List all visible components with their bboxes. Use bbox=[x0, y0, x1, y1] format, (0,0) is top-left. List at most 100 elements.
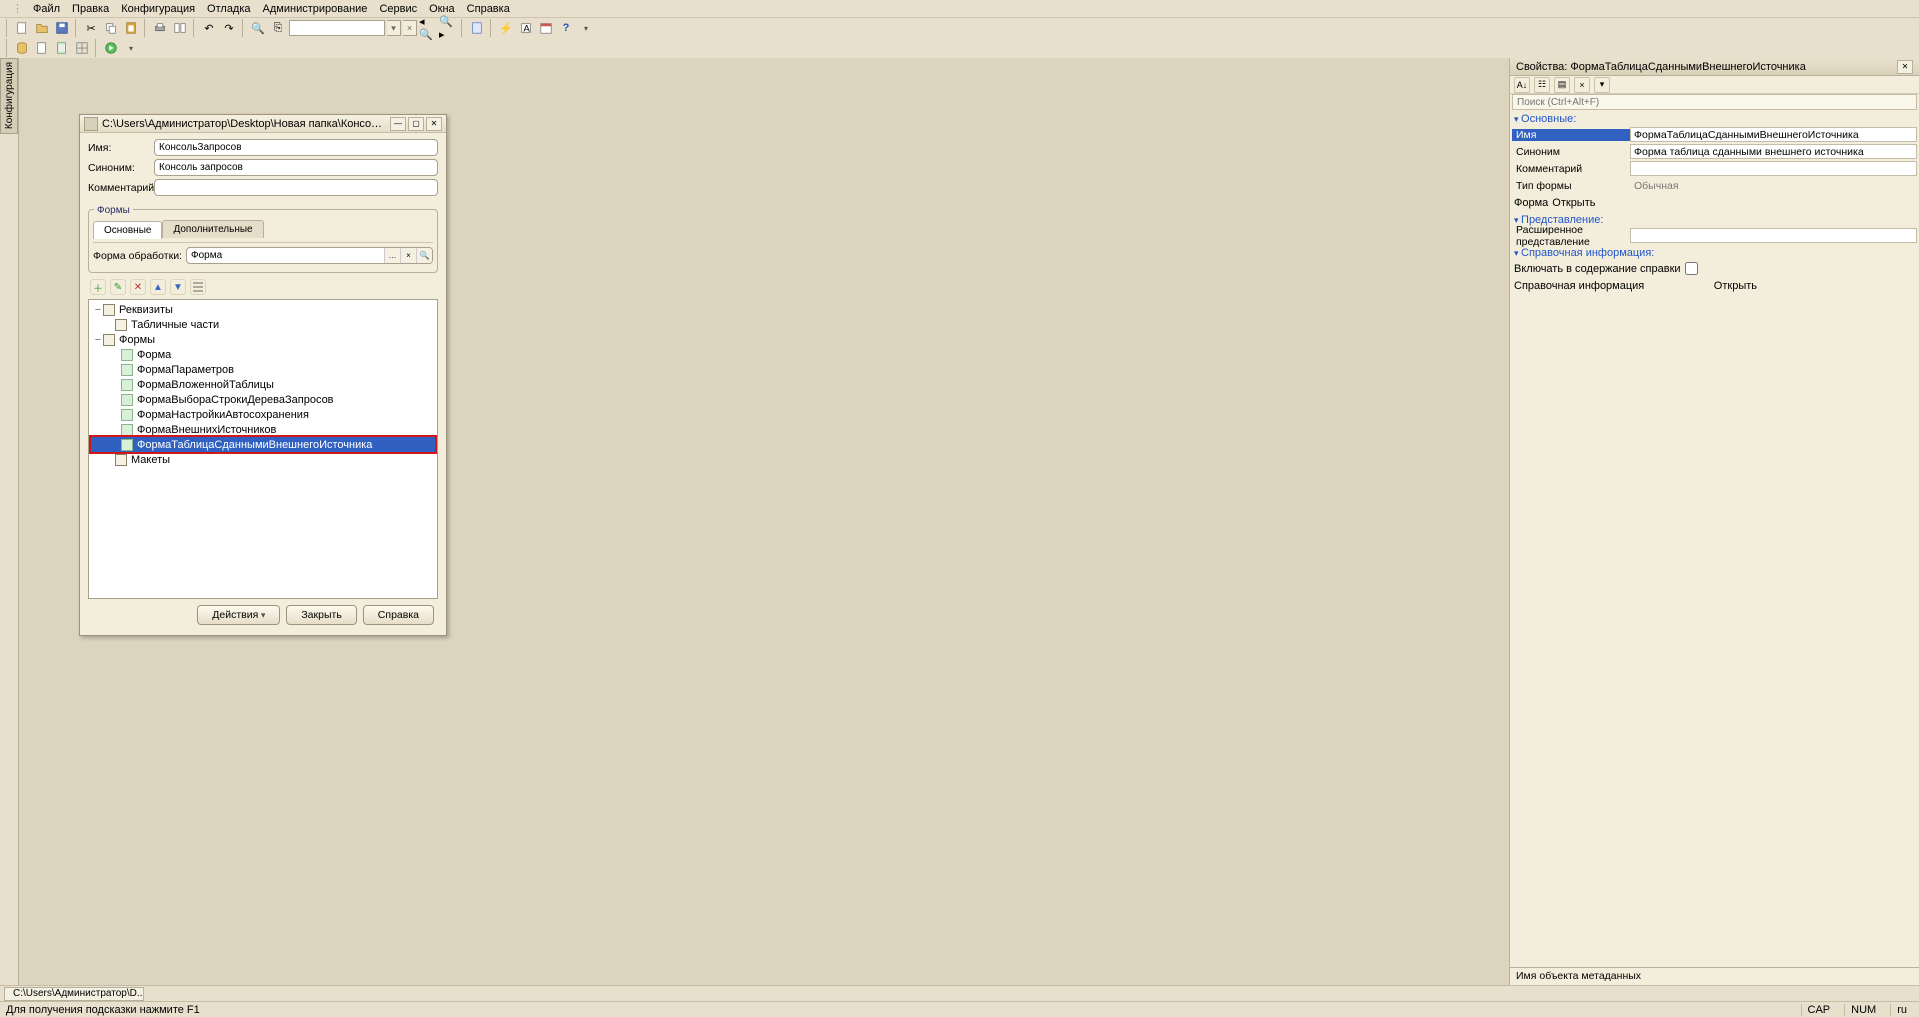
cut-icon[interactable]: ✂ bbox=[82, 19, 100, 37]
undo-icon[interactable]: ↶ bbox=[200, 19, 218, 37]
list-icon[interactable] bbox=[190, 279, 206, 295]
tree-node-templates[interactable]: Макеты bbox=[91, 452, 435, 467]
tab-extra[interactable]: Дополнительные bbox=[162, 220, 263, 238]
props-close-button[interactable]: ✕ bbox=[1897, 60, 1913, 74]
tree-node-form2[interactable]: ФормаПараметров bbox=[91, 362, 435, 377]
tree-node-requisites[interactable]: −Реквизиты bbox=[91, 302, 435, 317]
print-icon[interactable] bbox=[151, 19, 169, 37]
help-button-dlg[interactable]: Справка bbox=[363, 605, 434, 625]
compare-icon[interactable] bbox=[171, 19, 189, 37]
combo-clear[interactable]: × bbox=[400, 248, 416, 263]
db-icon[interactable] bbox=[13, 39, 31, 57]
syntax-helper-icon[interactable]: ⚡ bbox=[497, 19, 515, 37]
actions-button[interactable]: Действия bbox=[197, 605, 280, 625]
prop-open-link[interactable]: Открыть bbox=[1552, 197, 1595, 209]
find-prev-icon[interactable]: ◂🔍 bbox=[419, 19, 437, 37]
filter-icon[interactable]: ▤ bbox=[1554, 77, 1570, 93]
svg-text:A: A bbox=[523, 24, 530, 35]
save-icon[interactable] bbox=[53, 19, 71, 37]
open-icon[interactable] bbox=[33, 19, 51, 37]
calendar-icon[interactable] bbox=[537, 19, 555, 37]
search-dropdown[interactable]: ▾ bbox=[387, 20, 401, 36]
prop-comm-field[interactable] bbox=[1630, 161, 1917, 176]
tree-node-form6[interactable]: ФормаВнешнихИсточников bbox=[91, 422, 435, 437]
find-next-icon[interactable]: 🔍▸ bbox=[439, 19, 457, 37]
status-lang[interactable]: ru bbox=[1890, 1004, 1913, 1016]
more-icon[interactable]: ▾ bbox=[577, 19, 595, 37]
tree-node-form5[interactable]: ФормаНастройкиАвтосохранения bbox=[91, 407, 435, 422]
dialog-title-text: C:\Users\Администратор\Desktop\Новая пап… bbox=[102, 118, 388, 130]
prop-refinfo-link[interactable]: Открыть bbox=[1714, 280, 1757, 292]
menu-admin[interactable]: Администрирование bbox=[257, 1, 374, 17]
menu-config[interactable]: Конфигурация bbox=[115, 1, 201, 17]
combo-ellipsis[interactable]: … bbox=[384, 248, 400, 263]
prop-inclhelp-label: Включать в содержание справки bbox=[1514, 263, 1681, 275]
section-ref[interactable]: Справочная информация: bbox=[1512, 246, 1917, 260]
props-search-input[interactable] bbox=[1512, 94, 1917, 110]
add-icon[interactable]: ＋ bbox=[90, 279, 106, 295]
prop-syn-field[interactable] bbox=[1630, 144, 1917, 159]
properties-panel: Свойства: ФормаТаблицаСданнымиВнешнегоИс… bbox=[1509, 58, 1919, 985]
doc1-icon[interactable] bbox=[33, 39, 51, 57]
grid-icon[interactable] bbox=[73, 39, 91, 57]
goto-icon[interactable]: ⎘ bbox=[269, 19, 287, 37]
prop-inclhelp-check[interactable] bbox=[1685, 262, 1698, 275]
combo-search-icon[interactable]: 🔍 bbox=[416, 248, 432, 263]
prop-name-field[interactable] bbox=[1630, 127, 1917, 142]
tree-node-forms[interactable]: −Формы bbox=[91, 332, 435, 347]
new-icon[interactable] bbox=[13, 19, 31, 37]
clear-icon[interactable]: × bbox=[1574, 77, 1590, 93]
search-clear[interactable]: × bbox=[403, 20, 417, 36]
prop-syn-label: Синоним bbox=[1512, 146, 1630, 158]
dropdown-icon[interactable]: ▾ bbox=[1594, 77, 1610, 93]
proc-form-field[interactable] bbox=[187, 248, 384, 263]
run-icon[interactable] bbox=[102, 39, 120, 57]
sort-alpha-icon[interactable]: A↓ bbox=[1514, 77, 1530, 93]
synonym-field[interactable] bbox=[154, 159, 438, 176]
delete-icon[interactable]: ✕ bbox=[130, 279, 146, 295]
tree-node-tabular[interactable]: Табличные части bbox=[91, 317, 435, 332]
more2-icon[interactable]: ▾ bbox=[122, 39, 140, 57]
close-button[interactable]: ✕ bbox=[426, 117, 442, 131]
search-input[interactable] bbox=[289, 20, 385, 36]
tree-node-form1[interactable]: Форма bbox=[91, 347, 435, 362]
tab-main[interactable]: Основные bbox=[93, 221, 162, 239]
minimize-button[interactable]: — bbox=[390, 117, 406, 131]
menu-service[interactable]: Сервис bbox=[373, 1, 423, 17]
tree-node-form4[interactable]: ФормаВыбораСтрокиДереваЗапросов bbox=[91, 392, 435, 407]
calc-icon[interactable] bbox=[468, 19, 486, 37]
prop-extview-field[interactable] bbox=[1630, 228, 1917, 243]
maximize-button[interactable]: ▢ bbox=[408, 117, 424, 131]
dialog-title-bar[interactable]: C:\Users\Администратор\Desktop\Новая пап… bbox=[80, 115, 446, 133]
find-icon[interactable]: 🔍 bbox=[249, 19, 267, 37]
section-main[interactable]: Основные: bbox=[1512, 112, 1917, 126]
menu-edit[interactable]: Правка bbox=[66, 1, 115, 17]
help-icon[interactable]: ? bbox=[557, 19, 575, 37]
move-down-icon[interactable]: ▼ bbox=[170, 279, 186, 295]
menu-file[interactable]: Файл bbox=[27, 1, 66, 17]
workspace: C:\Users\Администратор\Desktop\Новая пап… bbox=[18, 58, 1919, 985]
status-bar: Для получения подсказки нажмите F1 CAP N… bbox=[0, 1001, 1919, 1017]
name-label: Имя: bbox=[88, 142, 154, 154]
task-item[interactable]: C:\Users\Администратор\D... bbox=[4, 987, 144, 1001]
toolbar-main: ✂ ↶ ↷ 🔍 ⎘ ▾ × ◂🔍 🔍▸ ⚡ A ? ▾ bbox=[0, 18, 1919, 38]
move-up-icon[interactable]: ▲ bbox=[150, 279, 166, 295]
menu-help[interactable]: Справка bbox=[461, 1, 516, 17]
category-icon[interactable]: ☷ bbox=[1534, 77, 1550, 93]
tree-node-form3[interactable]: ФормаВложеннойТаблицы bbox=[91, 377, 435, 392]
prop-name-label: Имя bbox=[1512, 129, 1630, 141]
status-hint: Для получения подсказки нажмите F1 bbox=[6, 1004, 200, 1016]
doc2-icon[interactable] bbox=[53, 39, 71, 57]
copy-icon[interactable] bbox=[102, 19, 120, 37]
menu-debug[interactable]: Отладка bbox=[201, 1, 256, 17]
close-button-dlg[interactable]: Закрыть bbox=[286, 605, 356, 625]
side-tab-config[interactable]: Конфигурация bbox=[0, 58, 18, 134]
tree-view[interactable]: −Реквизиты Табличные части −Формы Форма … bbox=[88, 299, 438, 599]
tree-node-form7[interactable]: ФормаТаблицаСданнымиВнешнегоИсточника bbox=[91, 437, 435, 452]
edit-icon[interactable]: ✎ bbox=[110, 279, 126, 295]
paste-icon[interactable] bbox=[122, 19, 140, 37]
comment-field[interactable] bbox=[154, 179, 438, 196]
mark-icon[interactable]: A bbox=[517, 19, 535, 37]
redo-icon[interactable]: ↷ bbox=[220, 19, 238, 37]
name-field[interactable] bbox=[154, 139, 438, 156]
